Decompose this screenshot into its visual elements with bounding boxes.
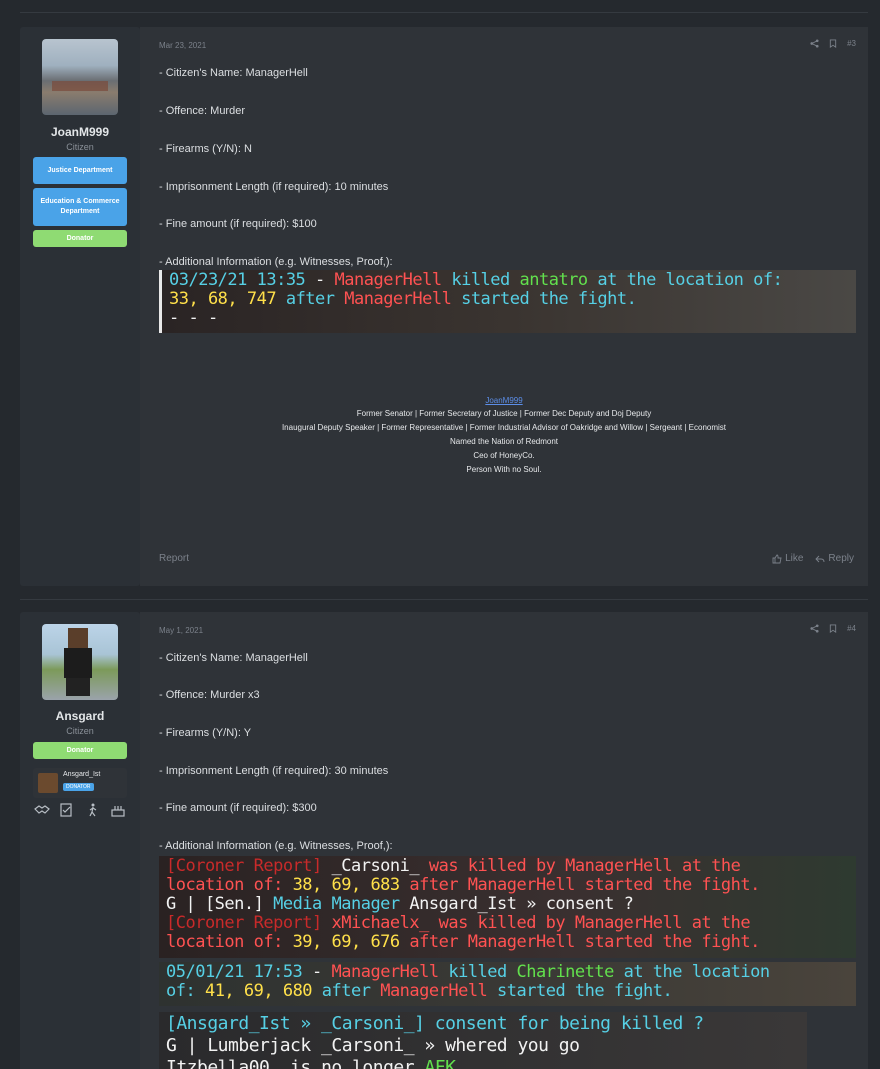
like-button[interactable]: Like [772, 553, 803, 564]
mini-avatar [38, 773, 58, 793]
field-imprisonment: - Imprisonment Length (if required): 30 … [159, 765, 389, 777]
signature-line: Named the Nation of Redmont [449, 437, 559, 446]
field-additional: - Additional Information (e.g. Witnesses… [159, 840, 393, 852]
user-sidebar: JoanM999 Citizen Justice Department Educ… [20, 27, 140, 586]
banner-donator: Donator [33, 742, 127, 759]
evidence-screenshot-kill: 05/01/21 17:53 - ManagerHell killed Char… [159, 962, 856, 1006]
user-title: Citizen [66, 142, 94, 152]
banner-education: Education & Commerce Department [33, 188, 127, 226]
username[interactable]: Ansgard [20, 709, 140, 723]
field-fine: - Fine amount (if required): $300 [159, 802, 317, 814]
username[interactable]: JoanM999 [20, 125, 140, 139]
trophy-row [33, 802, 127, 818]
signature-line: Former Senator | Former Secretary of Jus… [356, 409, 652, 418]
field-firearms: - Firearms (Y/N): N [159, 143, 252, 155]
linked-account-card[interactable]: Ansgard_Ist DONATOR [33, 768, 127, 798]
evidence-screenshot-chat: [Ansgard_Ist » _Carsoni_] consent for be… [159, 1012, 807, 1069]
field-name: - Citizen's Name: ManagerHell [159, 67, 308, 79]
field-imprisonment: - Imprisonment Length (if required): 10 … [159, 181, 389, 193]
field-firearms: - Firearms (Y/N): Y [159, 727, 252, 739]
evidence-screenshot-coroner: [Coroner Report] _Carsoni_ was killed by… [159, 856, 856, 958]
reply-icon [815, 555, 825, 562]
field-fine: - Fine amount (if required): $100 [159, 218, 317, 230]
post-number[interactable]: #3 [847, 39, 856, 48]
report-link[interactable]: Report [159, 553, 189, 564]
like-icon [772, 554, 782, 563]
signature-line: Ceo of HoneyCo. [473, 451, 535, 460]
post-content: Mar 23, 2021 #3 - Citizen's Name: Manage… [140, 27, 868, 586]
evidence-screenshot: 03/23/21 13:35 - ManagerHell killed anta… [159, 270, 856, 333]
signature-line: Inaugural Deputy Speaker | Former Repres… [281, 423, 727, 432]
field-offence: - Offence: Murder [159, 105, 245, 117]
signature-line: Person With no Soul. [466, 465, 542, 474]
user-title: Citizen [66, 726, 94, 736]
share-icon[interactable] [810, 39, 819, 48]
banner-justice: Justice Department [33, 157, 127, 184]
mini-name: Ansgard_Ist [63, 771, 101, 778]
checklist-icon[interactable] [58, 802, 76, 818]
field-additional: - Additional Information (e.g. Witnesses… [159, 256, 393, 268]
post-3: JoanM999 Citizen Justice Department Educ… [20, 27, 868, 586]
banner-donator: Donator [33, 230, 127, 247]
post-content: May 1, 2021 #4 - Citizen's Name: Manager… [140, 612, 868, 1069]
mini-badge: DONATOR [63, 783, 94, 791]
share-icon[interactable] [810, 624, 819, 633]
reply-button[interactable]: Reply [815, 553, 854, 564]
post-actions: #4 [810, 624, 856, 633]
bookmark-icon[interactable] [829, 624, 837, 633]
post-actions: #3 [810, 39, 856, 48]
user-sidebar: Ansgard Citizen Donator Ansgard_Ist DONA… [20, 612, 140, 1069]
post-4: Ansgard Citizen Donator Ansgard_Ist DONA… [20, 612, 868, 1069]
signature-link[interactable]: JoanM999 [140, 396, 868, 405]
bookmark-icon[interactable] [829, 39, 837, 48]
post-date[interactable]: May 1, 2021 [159, 626, 203, 635]
field-name: - Citizen's Name: ManagerHell [159, 652, 308, 664]
post-divider [20, 599, 868, 600]
handshake-icon[interactable] [33, 802, 51, 818]
avatar[interactable] [42, 624, 118, 700]
avatar[interactable] [42, 39, 118, 115]
top-divider [20, 12, 868, 13]
post-footer-actions: Like Reply [772, 553, 854, 564]
post-number[interactable]: #4 [847, 624, 856, 633]
cake-icon[interactable] [109, 802, 127, 818]
field-offence: - Offence: Murder x3 [159, 689, 260, 701]
walker-icon[interactable] [84, 802, 102, 818]
post-date[interactable]: Mar 23, 2021 [159, 41, 206, 50]
